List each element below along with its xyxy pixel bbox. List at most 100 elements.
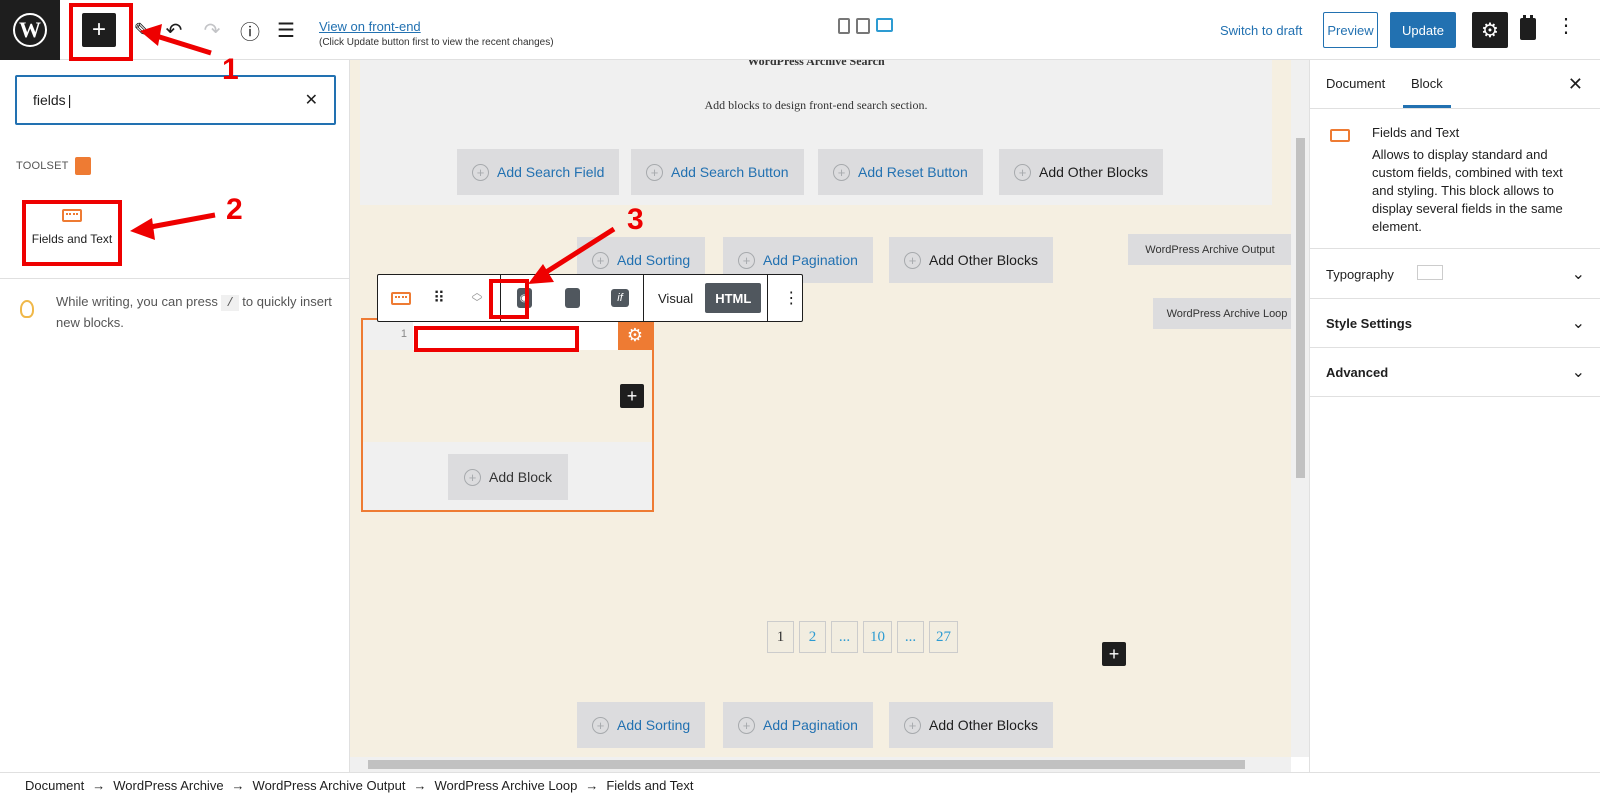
add-other-blocks-bottom-button[interactable]: + Add Other Blocks	[889, 702, 1053, 748]
more-options-icon[interactable]: ⋮	[1556, 16, 1576, 36]
annotation-number-1: 1	[222, 53, 239, 86]
toolset-category-icon	[75, 157, 91, 175]
plus-circle-icon: +	[833, 163, 850, 181]
wordpress-icon: W	[13, 13, 47, 47]
block-more-options-icon[interactable]: ⋮	[774, 281, 808, 315]
block-inserter-panel: fields | ✕ TOOLSET Fields and Text While …	[0, 60, 350, 772]
sidebar-tabs: Document Block ✕	[1310, 60, 1600, 109]
plus-circle-icon: +	[464, 468, 481, 486]
block-card-description: Allows to display standard and custom fi…	[1372, 147, 1563, 234]
block-card-title: Fields and Text	[1372, 125, 1460, 140]
search-section-heading: WordPress Archive Search	[747, 60, 885, 68]
html-mode-button[interactable]: HTML	[705, 283, 762, 313]
desktop-preview-icon[interactable]	[876, 18, 893, 32]
breadcrumb-item[interactable]: Document	[25, 778, 84, 793]
settings-sidebar: Document Block ✕ Fields and Text Allows …	[1309, 60, 1600, 772]
block-toolbar-group: ⋮	[768, 275, 814, 321]
plus-circle-icon: +	[904, 251, 921, 269]
add-pagination-bottom-button[interactable]: + Add Pagination	[723, 702, 873, 748]
keyboard-icon	[1330, 129, 1350, 142]
archive-search-section: WordPress Archive Search Add blocks to d…	[360, 60, 1272, 205]
plus-circle-icon: +	[738, 716, 755, 734]
preview-button[interactable]: Preview	[1323, 12, 1378, 48]
annotation-number-3: 3	[627, 203, 644, 236]
mobile-preview-icon[interactable]	[838, 18, 850, 34]
add-sorting-bottom-button[interactable]: + Add Sorting	[577, 702, 706, 748]
tablet-preview-icon[interactable]	[856, 18, 870, 34]
top-toolbar: W + ✎ ↶ ↷ ⓘ ☰ View on front-end (Click U…	[0, 0, 1600, 60]
add-other-blocks-output-button[interactable]: + Add Other Blocks	[889, 237, 1053, 283]
plus-circle-icon: +	[472, 163, 489, 181]
block-toolbar-group: ⠿ ︿ ﹀	[378, 275, 501, 321]
info-icon[interactable]: ⓘ	[232, 12, 268, 48]
toolset-icon[interactable]	[1520, 15, 1536, 40]
add-search-field-button[interactable]: + Add Search Field	[457, 149, 620, 195]
scrollbar-thumb[interactable]	[368, 760, 1245, 769]
plus-circle-icon: +	[738, 251, 755, 269]
add-block-button[interactable]: + Add Block	[448, 454, 569, 500]
divider	[0, 278, 350, 279]
style-settings-panel[interactable]: Style Settings ⌄	[1310, 299, 1600, 348]
color-swatch	[1417, 265, 1443, 280]
annotation-number-2: 2	[226, 193, 243, 226]
chevron-down-icon: ⌄	[1571, 364, 1585, 381]
tip-key: /	[221, 295, 239, 311]
update-button[interactable]: Update	[1390, 12, 1456, 48]
plus-circle-icon: +	[592, 716, 609, 734]
visual-mode-button[interactable]: Visual	[650, 283, 701, 313]
horizontal-scrollbar[interactable]	[350, 757, 1291, 772]
page-number[interactable]: 2	[799, 621, 826, 653]
typography-panel[interactable]: Typography ⌄	[1310, 250, 1600, 299]
block-category-title: TOOLSET	[16, 160, 69, 172]
breadcrumb-item[interactable]: WordPress Archive	[113, 778, 223, 793]
page-ellipsis: ...	[831, 621, 858, 653]
block-search-input[interactable]: fields | ✕	[15, 75, 336, 125]
clear-search-icon[interactable]: ✕	[305, 90, 318, 110]
conditional-if-icon[interactable]: if	[603, 281, 637, 315]
add-reset-button-button[interactable]: + Add Reset Button	[818, 149, 983, 195]
view-frontend-note: (Click Update button first to view the r…	[319, 37, 554, 48]
advanced-panel[interactable]: Advanced ⌄	[1310, 348, 1600, 397]
block-type-keyboard-icon[interactable]	[384, 281, 418, 315]
inline-add-block-icon[interactable]: +	[1102, 642, 1126, 666]
tab-document[interactable]: Document	[1326, 76, 1385, 91]
inline-add-block-icon[interactable]: +	[620, 384, 644, 408]
undo-icon[interactable]: ↶	[156, 12, 192, 48]
wordpress-logo-button[interactable]: W	[0, 0, 60, 60]
device-preview-switcher	[838, 18, 893, 34]
vertical-scrollbar[interactable]	[1291, 60, 1309, 757]
view-frontend-link[interactable]: View on front-end	[319, 19, 421, 34]
search-section-description: Add blocks to design front-end search se…	[704, 98, 928, 112]
plus-circle-icon: +	[646, 163, 663, 181]
tab-block[interactable]: Block	[1403, 76, 1451, 108]
chevron-down-icon: ⌄	[1571, 266, 1585, 283]
page-number[interactable]: 27	[929, 621, 958, 653]
annotation-box-preview	[489, 279, 529, 319]
plus-circle-icon: +	[592, 251, 609, 269]
plus-circle-icon: +	[1014, 163, 1031, 181]
close-sidebar-icon[interactable]: ✕	[1568, 74, 1583, 95]
archive-loop-tag[interactable]: WordPress Archive Loop	[1153, 298, 1291, 329]
breadcrumb-item: Fields and Text	[606, 777, 694, 793]
add-block-area: + Add Block	[363, 442, 652, 510]
redo-icon[interactable]: ↷	[194, 12, 230, 48]
page-number[interactable]: 1	[767, 621, 794, 653]
block-navigation-icon[interactable]: ☰	[268, 12, 304, 48]
fields-database-icon[interactable]	[555, 281, 589, 315]
settings-gear-icon[interactable]: ⚙	[1472, 12, 1508, 48]
block-settings-gear-icon[interactable]: ⚙	[618, 320, 652, 350]
breadcrumb-item[interactable]: WordPress Archive Loop	[434, 778, 577, 793]
block-card: Fields and Text Allows to display standa…	[1310, 109, 1600, 249]
annotation-box-code-line	[414, 326, 579, 352]
page-number[interactable]: 10	[863, 621, 892, 653]
lightbulb-icon	[20, 300, 34, 318]
archive-output-tag[interactable]: WordPress Archive Output	[1128, 234, 1291, 265]
scrollbar-thumb[interactable]	[1296, 138, 1305, 478]
switch-to-draft-button[interactable]: Switch to draft	[1220, 23, 1302, 38]
inserter-tip: While writing, you can press / to quickl…	[56, 294, 332, 330]
search-input-value: fields	[33, 92, 66, 108]
breadcrumb-item[interactable]: WordPress Archive Output	[253, 778, 406, 793]
add-search-button-button[interactable]: + Add Search Button	[631, 149, 804, 195]
add-other-blocks-button[interactable]: + Add Other Blocks	[999, 149, 1163, 195]
drag-handle-icon[interactable]: ⠿	[422, 281, 456, 315]
